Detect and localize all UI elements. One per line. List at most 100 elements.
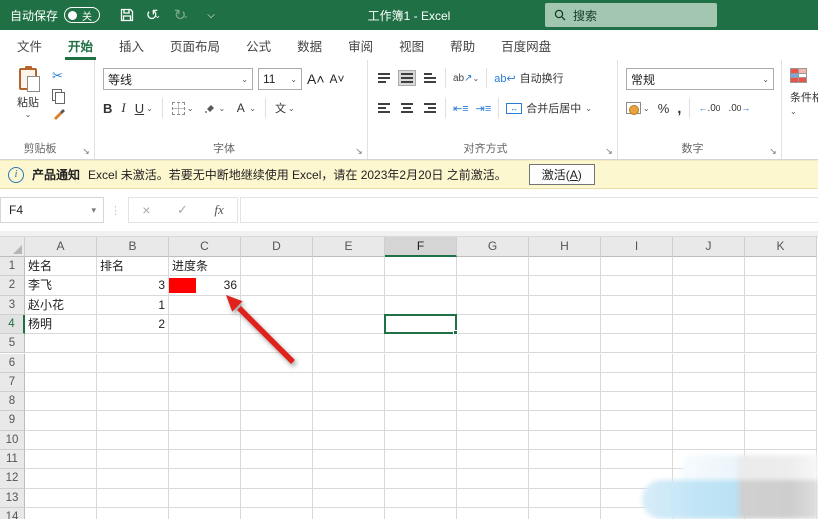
tab-公式[interactable]: 公式 (233, 30, 284, 60)
cell-C7[interactable] (169, 373, 241, 392)
cell-E1[interactable] (313, 257, 385, 276)
cell-J14[interactable] (673, 508, 745, 519)
cell-F9[interactable] (385, 411, 457, 430)
cell-G13[interactable] (457, 489, 529, 508)
cell-F3[interactable] (385, 296, 457, 315)
cell-D5[interactable] (241, 334, 313, 353)
column-header-D[interactable]: D (241, 237, 313, 257)
cell-C6[interactable] (169, 354, 241, 373)
selected-cell-outline[interactable] (384, 314, 457, 334)
cell-K1[interactable] (745, 257, 817, 276)
cell-E7[interactable] (313, 373, 385, 392)
column-header-G[interactable]: G (457, 237, 529, 257)
cell-J8[interactable] (673, 392, 745, 411)
cell-D3[interactable] (241, 296, 313, 315)
row-header-1[interactable]: 1 (0, 257, 25, 276)
cell-D11[interactable] (241, 450, 313, 469)
cancel-icon[interactable]: × (142, 202, 150, 218)
cell-I7[interactable] (601, 373, 673, 392)
cell-J9[interactable] (673, 411, 745, 430)
cell-J3[interactable] (673, 296, 745, 315)
row-header-5[interactable]: 5 (0, 334, 25, 353)
undo-icon[interactable]: ↺⌄ (142, 2, 168, 28)
column-header-I[interactable]: I (601, 237, 673, 257)
cell-K8[interactable] (745, 392, 817, 411)
cell-F13[interactable] (385, 489, 457, 508)
cell-D2[interactable] (241, 276, 313, 295)
cell-E5[interactable] (313, 334, 385, 353)
orientation-icon[interactable]: ab↗⌄ (453, 73, 479, 84)
tab-开始[interactable]: 开始 (55, 30, 106, 60)
row-header-8[interactable]: 8 (0, 392, 25, 411)
cell-E13[interactable] (313, 489, 385, 508)
cell-A10[interactable] (25, 431, 97, 450)
cell-K6[interactable] (745, 354, 817, 373)
column-header-J[interactable]: J (673, 237, 745, 257)
align-center-icon[interactable] (399, 101, 415, 115)
cell-B4[interactable]: 2 (97, 315, 169, 334)
paste-button[interactable]: 粘贴 ⌄ (8, 68, 48, 119)
cell-B8[interactable] (97, 392, 169, 411)
cell-E6[interactable] (313, 354, 385, 373)
cell-K3[interactable] (745, 296, 817, 315)
font-name-combo[interactable]: 等线⌄ (103, 68, 253, 90)
cell-C14[interactable] (169, 508, 241, 519)
cell-G3[interactable] (457, 296, 529, 315)
cell-F7[interactable] (385, 373, 457, 392)
cell-F12[interactable] (385, 469, 457, 488)
cell-D4[interactable] (241, 315, 313, 334)
cell-J2[interactable] (673, 276, 745, 295)
number-dialog-launcher-icon[interactable]: ↘ (768, 146, 778, 156)
cell-J5[interactable] (673, 334, 745, 353)
increase-decimal-icon[interactable]: ←.00 (698, 103, 720, 114)
cell-K7[interactable] (745, 373, 817, 392)
cell-B12[interactable] (97, 469, 169, 488)
activate-button[interactable]: 激活(A) (529, 164, 595, 185)
cell-A1[interactable]: 姓名 (25, 257, 97, 276)
cell-C12[interactable] (169, 469, 241, 488)
cell-C1[interactable]: 进度条 (169, 257, 241, 276)
cell-I1[interactable] (601, 257, 673, 276)
fill-color-icon[interactable] (203, 101, 217, 116)
row-header-13[interactable]: 13 (0, 489, 25, 508)
cell-K12[interactable] (745, 469, 817, 488)
cell-E10[interactable] (313, 431, 385, 450)
cell-I10[interactable] (601, 431, 673, 450)
accounting-format-icon[interactable] (626, 102, 641, 114)
cell-G2[interactable] (457, 276, 529, 295)
tab-审阅[interactable]: 审阅 (335, 30, 386, 60)
cell-I14[interactable] (601, 508, 673, 519)
cell-J1[interactable] (673, 257, 745, 276)
cell-B1[interactable]: 排名 (97, 257, 169, 276)
cell-A14[interactable] (25, 508, 97, 519)
cell-B9[interactable] (97, 411, 169, 430)
cell-I3[interactable] (601, 296, 673, 315)
cell-E2[interactable] (313, 276, 385, 295)
cell-E8[interactable] (313, 392, 385, 411)
autosave-toggle[interactable]: 关 (64, 7, 100, 23)
cell-I9[interactable] (601, 411, 673, 430)
cell-F1[interactable] (385, 257, 457, 276)
cell-B14[interactable] (97, 508, 169, 519)
cell-I2[interactable] (601, 276, 673, 295)
cell-D9[interactable] (241, 411, 313, 430)
cell-B6[interactable] (97, 354, 169, 373)
cell-I6[interactable] (601, 354, 673, 373)
cell-G10[interactable] (457, 431, 529, 450)
autosave-control[interactable]: 自动保存 关 (10, 7, 100, 24)
row-header-12[interactable]: 12 (0, 469, 25, 488)
cut-icon[interactable]: ✂ (52, 68, 63, 84)
column-header-A[interactable]: A (25, 237, 97, 257)
cell-G12[interactable] (457, 469, 529, 488)
cell-K5[interactable] (745, 334, 817, 353)
cell-C2[interactable]: 36 (169, 276, 241, 295)
cell-C8[interactable] (169, 392, 241, 411)
cell-C13[interactable] (169, 489, 241, 508)
cell-H5[interactable] (529, 334, 601, 353)
row-header-2[interactable]: 2 (0, 276, 25, 295)
cell-H3[interactable] (529, 296, 601, 315)
cell-K11[interactable] (745, 450, 817, 469)
increase-font-icon[interactable]: A˄ (307, 71, 325, 87)
cell-A11[interactable] (25, 450, 97, 469)
column-header-K[interactable]: K (745, 237, 817, 257)
